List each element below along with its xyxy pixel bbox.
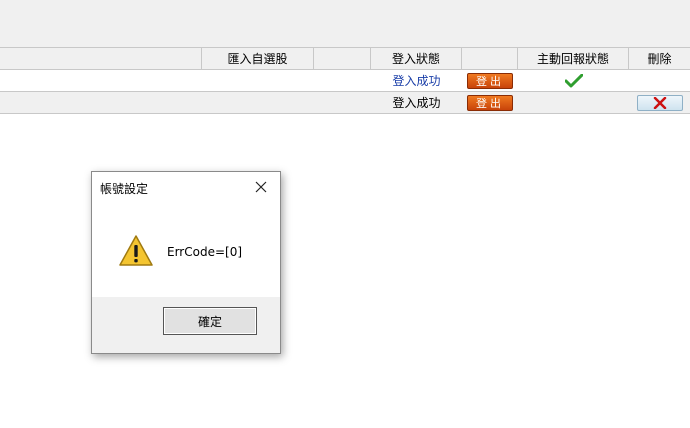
logout-cell: 登出 <box>462 70 518 91</box>
account-grid: 匯入自選股 登入狀態 主動回報狀態 刪除 登入成功 登出 登入成功 登出 <box>0 47 690 114</box>
login-status: 登入成功 <box>392 96 441 110</box>
table-row[interactable]: 登入成功 登出 <box>0 92 690 114</box>
dialog-footer: 確定 <box>92 297 280 353</box>
report-status-cell <box>518 70 629 91</box>
table-row[interactable]: 登入成功 登出 <box>0 70 690 92</box>
delete-x-icon <box>653 96 666 109</box>
delete-cell <box>629 92 690 113</box>
column-header-login-status[interactable]: 登入狀態 <box>371 48 462 69</box>
error-message: ErrCode=[0] <box>167 245 243 259</box>
close-button[interactable] <box>252 178 270 196</box>
column-header-logout[interactable] <box>462 48 518 69</box>
close-icon <box>255 181 267 193</box>
ok-button[interactable]: 確定 <box>163 307 257 335</box>
column-header-blank[interactable] <box>314 48 371 69</box>
login-status: 登入成功 <box>392 74 441 88</box>
delete-button[interactable] <box>636 94 683 111</box>
column-header-report-status[interactable]: 主動回報狀態 <box>518 48 629 69</box>
logout-button[interactable]: 登出 <box>467 94 513 111</box>
column-header-blank[interactable] <box>0 48 202 69</box>
dialog-title: 帳號設定 <box>100 182 149 196</box>
grid-header: 匯入自選股 登入狀態 主動回報狀態 刪除 <box>0 47 690 70</box>
check-icon[interactable] <box>564 73 583 88</box>
logout-button[interactable]: 登出 <box>467 72 513 89</box>
logout-cell: 登出 <box>462 92 518 113</box>
toolbar-area <box>0 0 690 47</box>
warning-icon <box>119 235 153 266</box>
column-header-delete[interactable]: 刪除 <box>629 48 690 69</box>
column-header-import-watchlist[interactable]: 匯入自選股 <box>202 48 314 69</box>
account-settings-dialog: 帳號設定 ErrCode=[0] 確定 <box>91 171 281 354</box>
